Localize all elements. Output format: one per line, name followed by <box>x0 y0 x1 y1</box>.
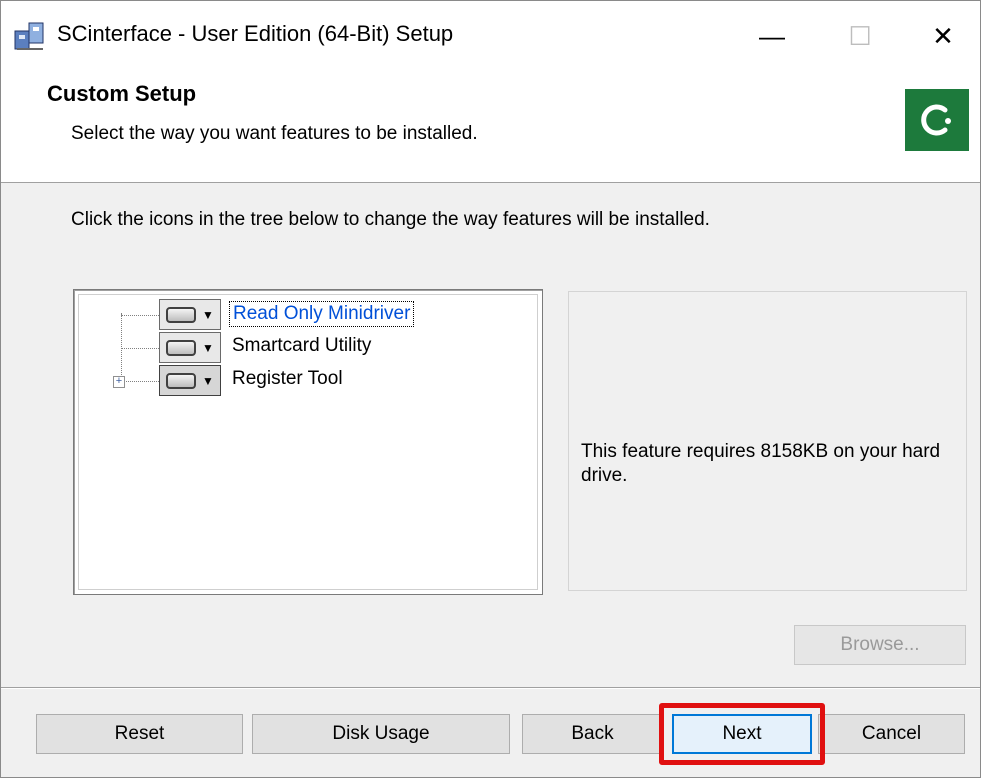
expand-plus-icon[interactable]: + <box>113 376 125 388</box>
browse-button[interactable]: Browse... <box>794 625 966 665</box>
tree-connector <box>126 381 159 382</box>
hard-drive-icon <box>166 339 196 356</box>
maximize-button[interactable]: ☐ <box>816 1 904 71</box>
tree-connector <box>121 315 159 316</box>
feature-state-dropdown[interactable]: ▼ <box>159 332 221 363</box>
setup-window: SCinterface - User Edition (64-Bit) Setu… <box>0 0 981 778</box>
title-bar[interactable]: SCinterface - User Edition (64-Bit) Setu… <box>1 1 980 71</box>
dialog-header: Custom Setup Select the way you want fea… <box>1 71 980 183</box>
tree-item-label[interactable]: Read Only Minidriver <box>229 301 415 327</box>
tree-connector <box>121 348 159 349</box>
hard-drive-icon <box>166 372 196 389</box>
window-title: SCinterface - User Edition (64-Bit) Setu… <box>57 21 454 46</box>
back-button[interactable]: Back <box>522 714 663 754</box>
feature-tree-inner: ▼ Read Only Minidriver ▼ Smartcard Utili… <box>78 294 538 590</box>
brand-logo-icon <box>905 89 969 151</box>
feature-tree[interactable]: ▼ Read Only Minidriver ▼ Smartcard Utili… <box>73 289 543 595</box>
installer-app-icon <box>14 22 44 50</box>
feature-description-panel: This feature requires 8158KB on your har… <box>568 291 967 591</box>
tree-item-label[interactable]: Smartcard Utility <box>229 334 374 358</box>
feature-description-text: This feature requires 8158KB on your har… <box>581 441 941 486</box>
page-subtitle: Select the way you want features to be i… <box>71 123 478 144</box>
brand-logo-mark <box>921 104 951 136</box>
feature-state-dropdown[interactable]: ▼ <box>159 365 221 396</box>
dropdown-arrow-icon: ▼ <box>202 340 214 355</box>
instruction-text: Click the icons in the tree below to cha… <box>71 209 710 230</box>
close-button[interactable]: ✕ <box>899 1 981 71</box>
tree-item-smartcard-utility[interactable]: ▼ Smartcard Utility <box>79 332 519 364</box>
hard-drive-icon <box>166 306 196 323</box>
next-button-highlight <box>659 703 825 765</box>
reset-button[interactable]: Reset <box>36 714 243 754</box>
tree-item-read-only-minidriver[interactable]: ▼ Read Only Minidriver <box>79 299 519 331</box>
tree-item-register-tool[interactable]: + ▼ Register Tool <box>79 365 519 397</box>
cancel-button[interactable]: Cancel <box>818 714 965 754</box>
tree-item-label[interactable]: Register Tool <box>229 367 346 391</box>
button-separator <box>1 687 980 689</box>
dropdown-arrow-icon: ▼ <box>202 373 214 388</box>
feature-state-dropdown[interactable]: ▼ <box>159 299 221 330</box>
page-title: Custom Setup <box>47 81 197 106</box>
disk-usage-button[interactable]: Disk Usage <box>252 714 510 754</box>
minimize-button[interactable]: — <box>728 1 816 71</box>
dropdown-arrow-icon: ▼ <box>202 307 214 322</box>
